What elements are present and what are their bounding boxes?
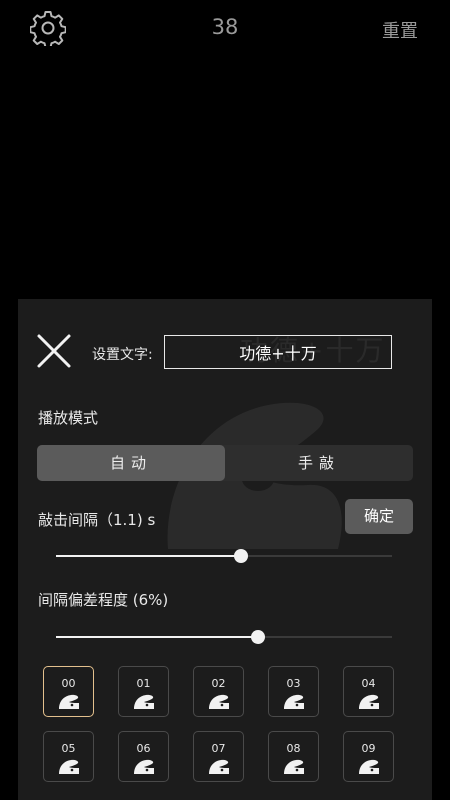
slider-thumb[interactable] bbox=[250, 630, 265, 644]
slider-thumb[interactable] bbox=[233, 549, 248, 563]
wooden-fish-icon bbox=[134, 694, 154, 709]
sound-option-label: 09 bbox=[361, 742, 376, 755]
deviation-label: 间隔偏差程度 (6%) bbox=[38, 591, 169, 609]
sound-option-02[interactable]: 02 bbox=[193, 666, 244, 717]
sound-option-08[interactable]: 08 bbox=[268, 731, 319, 782]
tap-interval-label: 敲击间隔（1.1) s bbox=[38, 511, 156, 529]
confirm-button[interactable]: 确定 bbox=[345, 499, 413, 534]
settings-panel: 功德+十万 设置文字: 播放模式 自动 手敲 敲击间隔（1.1) s 确定 间隔… bbox=[18, 299, 432, 800]
sound-option-label: 00 bbox=[61, 677, 76, 690]
wooden-fish-icon bbox=[359, 694, 379, 709]
sound-option-05[interactable]: 05 bbox=[43, 731, 94, 782]
wooden-fish-icon bbox=[209, 759, 229, 774]
sound-option-09[interactable]: 09 bbox=[343, 731, 394, 782]
sound-option-00[interactable]: 00 bbox=[43, 666, 94, 717]
top-bar: 38 重置 bbox=[0, 0, 450, 56]
wooden-fish-icon bbox=[359, 759, 379, 774]
sound-option-01[interactable]: 01 bbox=[118, 666, 169, 717]
sound-option-03[interactable]: 03 bbox=[268, 666, 319, 717]
sound-option-label: 02 bbox=[211, 677, 226, 690]
merit-text-input[interactable] bbox=[164, 335, 392, 369]
set-text-label: 设置文字: bbox=[92, 347, 153, 363]
mode-manual-button[interactable]: 手敲 bbox=[225, 445, 413, 481]
sound-option-label: 07 bbox=[211, 742, 226, 755]
mode-auto-button[interactable]: 自动 bbox=[37, 445, 225, 481]
slider-fill bbox=[56, 636, 258, 638]
sound-option-07[interactable]: 07 bbox=[193, 731, 244, 782]
sound-option-04[interactable]: 04 bbox=[343, 666, 394, 717]
slider-fill bbox=[56, 555, 241, 557]
close-icon[interactable] bbox=[36, 333, 72, 369]
wooden-fish-icon bbox=[209, 694, 229, 709]
deviation-slider[interactable] bbox=[56, 630, 392, 644]
wooden-fish-icon bbox=[59, 694, 79, 709]
sound-option-label: 01 bbox=[136, 677, 151, 690]
sound-option-label: 08 bbox=[286, 742, 301, 755]
sound-option-06[interactable]: 06 bbox=[118, 731, 169, 782]
sound-option-label: 04 bbox=[361, 677, 376, 690]
play-mode-segmented-control: 自动 手敲 bbox=[37, 445, 413, 481]
reset-button[interactable]: 重置 bbox=[382, 17, 418, 43]
wooden-fish-icon bbox=[134, 759, 154, 774]
sound-option-label: 06 bbox=[136, 742, 151, 755]
sound-option-label: 05 bbox=[61, 742, 76, 755]
wooden-fish-icon bbox=[284, 759, 304, 774]
wooden-fish-icon bbox=[59, 759, 79, 774]
sound-option-label: 03 bbox=[286, 677, 301, 690]
interval-slider[interactable] bbox=[56, 549, 392, 563]
wooden-fish-icon bbox=[284, 694, 304, 709]
play-mode-label: 播放模式 bbox=[38, 409, 99, 427]
